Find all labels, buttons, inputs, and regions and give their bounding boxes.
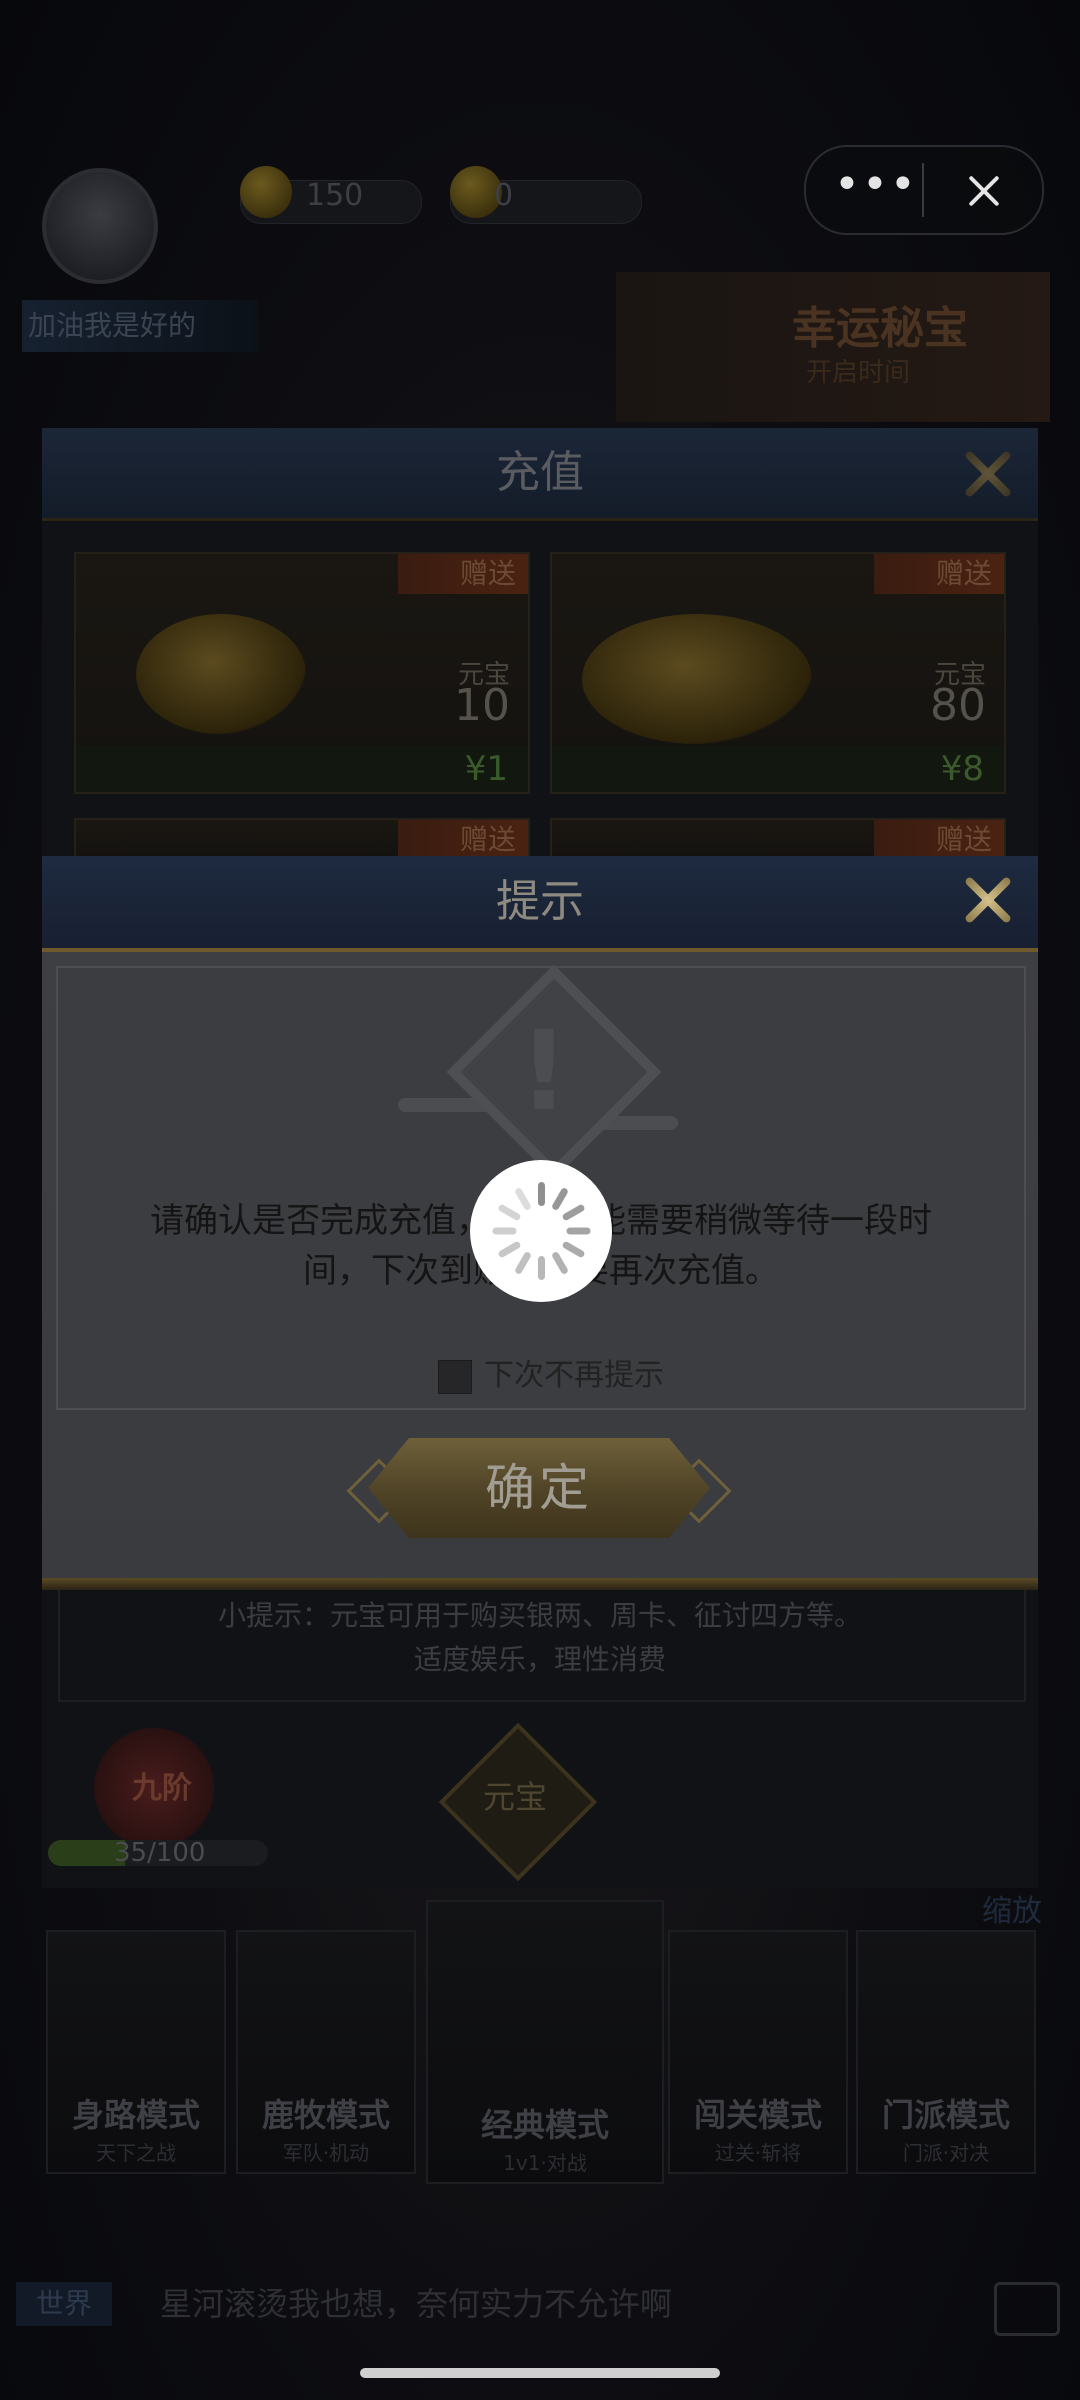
chat-channel-tag[interactable]: 世界: [16, 2282, 112, 2326]
tip-close-icon[interactable]: [956, 868, 1020, 932]
mode-title: 闯关模式: [693, 2096, 822, 2134]
exclamation-icon: !: [518, 1007, 570, 1135]
spinner-spoke: [550, 1250, 570, 1276]
silver-coin-icon[interactable]: [240, 166, 292, 218]
mode-card-4[interactable]: 闯关模式 过关·斩将: [668, 1930, 848, 2174]
spinner-spoke: [497, 1203, 522, 1222]
card-amount: 80: [930, 680, 986, 731]
recharge-card-80[interactable]: 赠送 元宝 80 ¥8: [550, 552, 1006, 794]
tip-title: 提示: [496, 876, 584, 927]
more-icon[interactable]: •••: [834, 163, 916, 211]
chat-icon[interactable]: [994, 2282, 1060, 2336]
spinner-spoke: [550, 1186, 570, 1212]
mode-subtitle: 1v1·对战: [503, 2151, 587, 2175]
avatar[interactable]: [42, 168, 158, 284]
confirm-button[interactable]: 确定: [346, 1438, 732, 1538]
gift-tag: 赠送: [874, 554, 1004, 594]
chat-message: 星河滚烫我也想，奈何实力不允许啊: [160, 2285, 673, 2323]
currency-label: 元宝: [482, 1778, 547, 1816]
checkbox-label: 下次不再提示: [484, 1358, 664, 1393]
tip-header: 提示: [42, 856, 1038, 952]
spinner-spoke: [561, 1203, 586, 1222]
mode-card-3[interactable]: 经典模式 1v1·对战: [426, 1900, 664, 2184]
spinner-spoke: [513, 1186, 533, 1212]
spinner-spoke: [538, 1182, 545, 1206]
banner-subtitle: 开启时间: [806, 358, 911, 388]
mode-subtitle: 门派·对决: [902, 2141, 990, 2165]
recharge-title: 充值: [496, 447, 584, 498]
card-amount: 10: [454, 680, 510, 731]
mode-card-5[interactable]: 门派模式 门派·对决: [856, 1930, 1036, 2174]
username: 加油我是好的: [22, 300, 258, 352]
gift-tag: 赠送: [398, 554, 528, 594]
spinner-spoke: [561, 1240, 586, 1259]
mode-title: 鹿牧模式: [261, 2096, 390, 2134]
chat-bar: 世界 星河滚烫我也想，奈何实力不允许啊: [0, 2282, 1080, 2336]
mode-subtitle: 军队·机动: [282, 2141, 370, 2165]
recharge-card-10[interactable]: 赠送 元宝 10 ¥1: [74, 552, 530, 794]
ingot-icon: [136, 614, 306, 734]
mode-card-1[interactable]: 身路模式 天下之战: [46, 1930, 226, 2174]
close-icon[interactable]: [948, 163, 1018, 217]
spinner-spoke: [492, 1227, 517, 1235]
home-indicator[interactable]: [360, 2368, 720, 2378]
mode-subtitle: 天下之战: [96, 2141, 176, 2165]
miniprogram-capsule: •••: [804, 145, 1044, 235]
event-banner[interactable]: 幸运秘宝 开启时间: [616, 272, 1050, 422]
spinner-spoke: [513, 1250, 533, 1276]
silver-value: 150: [306, 178, 364, 213]
gold-value: 0: [494, 178, 514, 213]
mode-card-2[interactable]: 鹿牧模式 军队·机动: [236, 1930, 416, 2174]
zoom-button[interactable]: 缩放: [982, 1886, 1042, 1930]
card-price: ¥1: [76, 746, 528, 792]
mode-subtitle: 过关·斩将: [714, 2141, 802, 2165]
gift-tag: 赠送: [398, 820, 528, 860]
recharge-tip-line2: 适度娱乐，理性消费: [413, 1643, 666, 1676]
spinner-spoke: [566, 1227, 591, 1235]
banner-title: 幸运秘宝: [792, 303, 968, 354]
confirm-label: 确定: [485, 1459, 593, 1517]
vip-label: 九阶: [132, 1771, 192, 1806]
card-price: ¥8: [552, 746, 1004, 792]
gift-tag: 赠送: [874, 820, 1004, 860]
ingot-pile-icon: [582, 614, 812, 744]
loading-spinner-icon: [470, 1160, 612, 1302]
recharge-tip-line1: 小提示：元宝可用于购买银两、周卡、征讨四方等。: [217, 1599, 862, 1632]
tip-footer-border: [42, 1578, 1038, 1590]
mode-title: 身路模式: [71, 2096, 200, 2134]
spinner-spoke: [538, 1256, 545, 1280]
recharge-header: 充值: [42, 428, 1038, 521]
recharge-close-icon[interactable]: [956, 442, 1020, 506]
mode-title: 门派模式: [881, 2096, 1010, 2134]
checkbox-box[interactable]: [438, 1360, 472, 1394]
mode-title: 经典模式: [480, 2106, 609, 2144]
capsule-divider: [922, 163, 924, 217]
vip-progress-text: 35/100: [114, 1838, 206, 1868]
spinner-spoke: [497, 1240, 522, 1259]
